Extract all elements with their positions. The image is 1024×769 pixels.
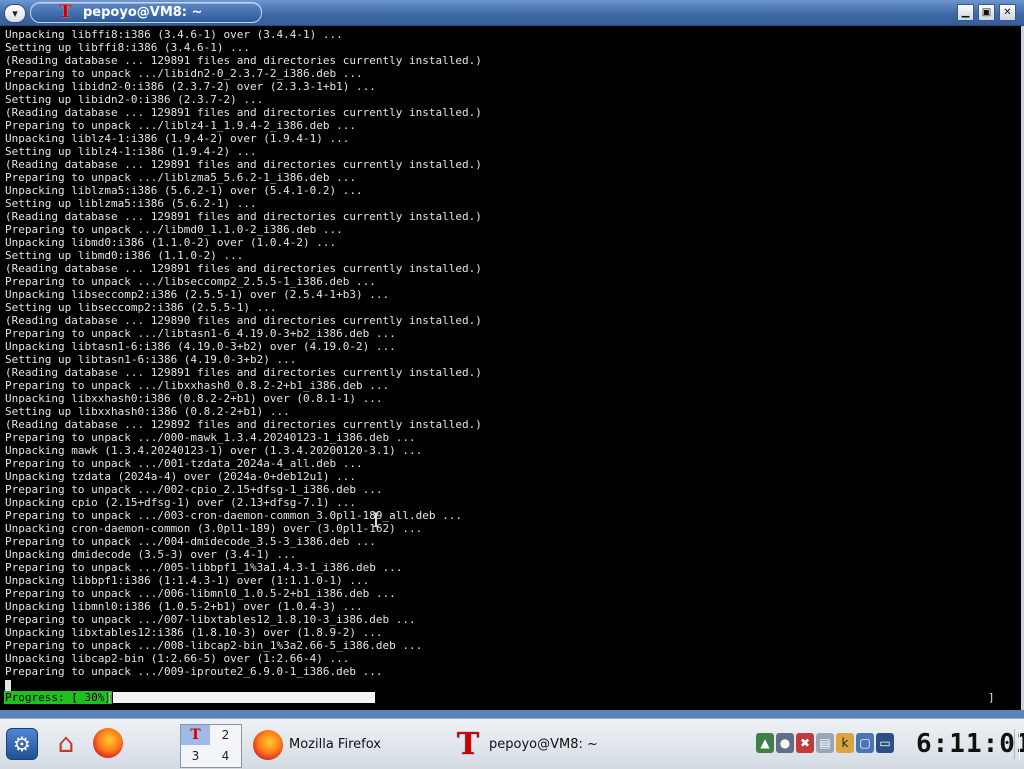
terminal-area[interactable]: Unpacking libffi8:i386 (3.4.6-1) over (3… xyxy=(0,26,1024,710)
terminal-line: Unpacking libcap2-bin (1:2.66-5) over (1… xyxy=(5,652,350,665)
window-title-pill[interactable]: T pepoyo@VM8: ~ xyxy=(30,2,262,23)
desktop-3-button[interactable]: 3 xyxy=(181,746,210,766)
terminal-line: Preparing to unpack .../009-iproute2_6.9… xyxy=(5,665,383,678)
desktop-pager: T 2 3 4 xyxy=(180,724,242,768)
terminal-line: Preparing to unpack .../004-dmidecode_3.… xyxy=(5,535,376,548)
close-button[interactable]: ✕ xyxy=(999,4,1016,21)
terminal-line: Unpacking libseccomp2:i386 (2.5.5-1) ove… xyxy=(5,288,390,301)
terminal-line: Preparing to unpack .../005-libbpf1_1%3a… xyxy=(5,561,403,574)
terminal-line: Unpacking libidn2-0:i386 (2.3.7-2) over … xyxy=(5,80,376,93)
progress-label: Progress: [ 30%] xyxy=(4,691,112,704)
progress-bar-fill xyxy=(113,692,375,703)
terminal-line: Preparing to unpack .../002-cpio_2.15+df… xyxy=(5,483,383,496)
terminal-line: Preparing to unpack .../003-cron-daemon-… xyxy=(5,509,462,522)
minimize-button[interactable]: ▁ xyxy=(957,4,974,21)
terminal-line: Unpacking libtasn1-6:i386 (4.19.0-3+b2) … xyxy=(5,340,396,353)
terminal-line: Preparing to unpack .../006-libmnl0_1.0.… xyxy=(5,587,396,600)
task-label: Mozilla Firefox xyxy=(289,737,381,752)
terminal-line: Setting up liblz4-1:i386 (1.9.4-2) ... xyxy=(5,145,257,158)
terminal-line: Setting up libxxhash0:i386 (0.8.2-2+b1) … xyxy=(5,405,290,418)
terminal-line: Unpacking liblz4-1:i386 (1.9.4-2) over (… xyxy=(5,132,350,145)
terminal-icon: T xyxy=(456,727,480,762)
terminal-line: (Reading database ... 129892 files and d… xyxy=(5,418,482,431)
desktop-1-button[interactable]: T xyxy=(181,725,210,745)
network-icon[interactable]: ▲ xyxy=(756,733,774,753)
home-folder-icon[interactable]: ⌂ xyxy=(50,728,82,760)
taskbar: ⚙ ⌂ T 2 3 4 Mozilla Firefox T pepoyo@VM8… xyxy=(0,718,1024,769)
user-icon[interactable]: ● xyxy=(776,733,794,753)
terminal-line: (Reading database ... 129891 files and d… xyxy=(5,54,482,67)
terminal-line: Unpacking libxxhash0:i386 (0.8.2-2+b1) o… xyxy=(5,392,383,405)
terminal-line: (Reading database ... 129891 files and d… xyxy=(5,262,482,275)
terminal-line: Unpacking libmd0:i386 (1.1.0-2) over (1.… xyxy=(5,236,337,249)
window-title-bar[interactable]: ▾ T pepoyo@VM8: ~ ▁ ▣ ✕ xyxy=(0,0,1024,26)
terminal-line: (Reading database ... 129891 files and d… xyxy=(5,106,482,119)
terminal-line: Preparing to unpack .../libmd0_1.1.0-2_i… xyxy=(5,223,343,236)
terminal-line: Setting up libtasn1-6:i386 (4.19.0-3+b2)… xyxy=(5,353,297,366)
terminal-line: Unpacking cron-daemon-common (3.0pl1-189… xyxy=(5,522,423,535)
terminal-line: Setting up libseccomp2:i386 (2.5.5-1) ..… xyxy=(5,301,277,314)
terminal-logo-icon: T xyxy=(59,2,72,22)
progress-bracket-open: [ xyxy=(106,691,113,704)
taskbar-handle[interactable] xyxy=(1014,729,1020,759)
clock[interactable]: 6:11:01 xyxy=(916,725,1024,763)
terminal-line: Preparing to unpack .../007-libxtables12… xyxy=(5,613,416,626)
terminal-line: Preparing to unpack .../liblzma5_5.6.2-1… xyxy=(5,171,356,184)
terminal-line: Preparing to unpack .../liblz4-1_1.9.4-2… xyxy=(5,119,356,132)
terminal-line: Unpacking libxtables12:i386 (1.8.10-3) o… xyxy=(5,626,383,639)
progress-bar-track xyxy=(113,692,987,703)
terminal-line: Unpacking libbpf1:i386 (1:1.4.3-1) over … xyxy=(5,574,370,587)
terminal-line: Unpacking dmidecode (3.5-3) over (3.4-1)… xyxy=(5,548,297,561)
system-tray: ▲ ● ✖ ▤ k ▢ ▭ xyxy=(756,733,894,755)
terminal-line: Setting up libidn2-0:i386 (2.3.7-2) ... xyxy=(5,93,264,106)
terminal-line: Preparing to unpack .../libtasn1-6_4.19.… xyxy=(5,327,396,340)
security-icon[interactable]: ✖ xyxy=(796,733,814,753)
terminal-line: (Reading database ... 129891 files and d… xyxy=(5,366,482,379)
terminal-line: Unpacking libmnl0:i386 (1.0.5-2+b1) over… xyxy=(5,600,363,613)
terminal-line: Setting up libffi8:i386 (3.4.6-1) ... xyxy=(5,41,251,54)
terminal-line: Preparing to unpack .../libxxhash0_0.8.2… xyxy=(5,379,390,392)
clipboard-icon[interactable]: ▤ xyxy=(816,733,834,753)
terminal-line: Unpacking mawk (1.3.4.20240123-1) over (… xyxy=(5,444,423,457)
terminal-line: Unpacking tzdata (2024a-4) over (2024a-0… xyxy=(5,470,356,483)
terminal-line: (Reading database ... 129891 files and d… xyxy=(5,158,482,171)
terminal-line: Preparing to unpack .../008-libcap2-bin_… xyxy=(5,639,423,652)
terminal-line: Unpacking cpio (2.15+dfsg-1) over (2.13+… xyxy=(5,496,356,509)
terminal-line: Preparing to unpack .../libidn2-0_2.3.7-… xyxy=(5,67,363,80)
window-menu-button[interactable]: ▾ xyxy=(4,4,26,23)
terminal-line: Setting up liblzma5:i386 (5.6.2-1) ... xyxy=(5,197,257,210)
progress-bracket-close: ] xyxy=(988,691,995,704)
text-cursor-icon: I xyxy=(372,508,380,532)
task-firefox[interactable]: Mozilla Firefox xyxy=(250,724,438,766)
terminal-line: Unpacking liblzma5:i386 (5.6.2-1) over (… xyxy=(5,184,363,197)
terminal-line: (Reading database ... 129891 files and d… xyxy=(5,210,482,223)
terminal-line: Setting up libmd0:i386 (1.1.0-2) ... xyxy=(5,249,244,262)
firefox-launcher-icon[interactable] xyxy=(93,728,123,758)
window-title: pepoyo@VM8: ~ xyxy=(83,5,203,20)
terminal-line: Preparing to unpack .../001-tzdata_2024a… xyxy=(5,457,363,470)
desktop-2-button[interactable]: 2 xyxy=(211,725,240,745)
maximize-button[interactable]: ▣ xyxy=(978,4,995,21)
k-icon[interactable]: k xyxy=(836,733,854,753)
terminal-output: Unpacking libffi8:i386 (3.4.6-1) over (3… xyxy=(5,28,482,678)
window-icon[interactable]: ▢ xyxy=(856,733,874,753)
terminal-line: Preparing to unpack .../libseccomp2_2.5.… xyxy=(5,275,376,288)
display-icon[interactable]: ▭ xyxy=(876,733,894,753)
firefox-icon xyxy=(253,730,283,760)
terminal-line: Preparing to unpack .../000-mawk_1.3.4.2… xyxy=(5,431,416,444)
terminal-line: (Reading database ... 129890 files and d… xyxy=(5,314,482,327)
task-label: pepoyo@VM8: ~ xyxy=(489,737,598,752)
task-terminal[interactable]: T pepoyo@VM8: ~ xyxy=(450,724,650,766)
terminal-line: Unpacking libffi8:i386 (3.4.6-1) over (3… xyxy=(5,28,343,41)
kmenu-launcher-button[interactable]: ⚙ xyxy=(6,728,38,760)
desktop-4-button[interactable]: 4 xyxy=(211,746,240,766)
